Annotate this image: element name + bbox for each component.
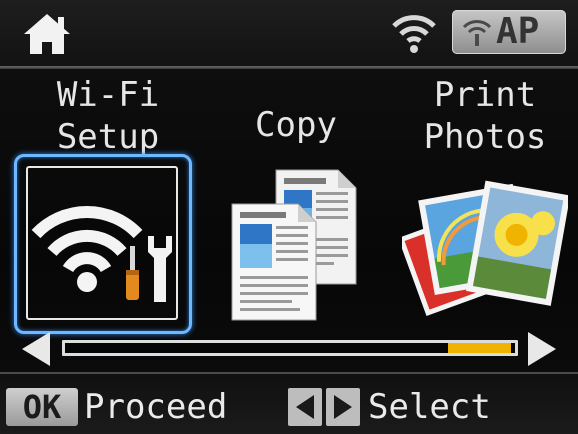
menu-item-wifi-setup[interactable] xyxy=(14,154,192,334)
copy-documents-icon xyxy=(231,169,357,321)
menu-item-print-photos[interactable] xyxy=(398,170,571,320)
menu-label-print-photos: Print Photos xyxy=(423,75,547,157)
ok-key-badge[interactable]: OK xyxy=(6,388,78,426)
scroll-thumb xyxy=(447,343,511,353)
wifi-signal-icon xyxy=(390,8,438,56)
printer-lcd-screen: AP Wi-Fi Setup Copy Print Photos OK Proc… xyxy=(0,0,578,434)
left-right-arrows-icon[interactable] xyxy=(288,388,362,426)
scroll-track xyxy=(62,340,518,356)
home-icon[interactable] xyxy=(22,12,72,56)
arrow-left-icon[interactable] xyxy=(20,330,52,368)
menu-label-copy: Copy xyxy=(255,105,337,145)
menu-label-wifi-setup: Wi-Fi Setup xyxy=(56,75,160,157)
wifi-settings-icon xyxy=(31,206,172,302)
ap-mode-badge: AP xyxy=(452,10,566,54)
status-bar-divider xyxy=(0,66,578,69)
arrow-right-icon[interactable] xyxy=(526,330,558,368)
wifi-ap-icon xyxy=(462,20,492,46)
select-label: Select xyxy=(368,387,491,427)
menu-item-copy[interactable] xyxy=(220,164,370,326)
ap-badge-text: AP xyxy=(496,11,540,52)
proceed-label: Proceed xyxy=(84,387,228,427)
print-photos-icon xyxy=(398,180,571,317)
